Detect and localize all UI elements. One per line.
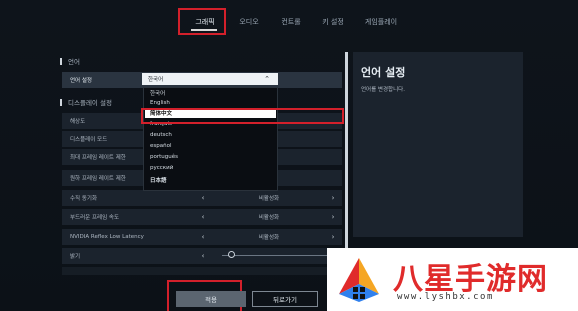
language-dropdown-list: 한국어 English 简体中文 français deutsch españo… — [143, 87, 278, 191]
tab-gameplay[interactable]: 게임플레이 — [358, 14, 404, 30]
section-marker — [60, 57, 62, 65]
apply-button[interactable]: 적용 — [176, 291, 246, 307]
section-marker — [60, 98, 62, 106]
arrow-left-icon[interactable]: ‹ — [198, 229, 208, 245]
dropdown-selected-value: 한국어 — [148, 77, 164, 83]
row-label: 최대 프레임 레이트 제한 — [70, 155, 126, 161]
dropdown-option-japanese[interactable]: 日本語 — [150, 175, 167, 185]
arrow-right-icon[interactable]: › — [328, 229, 338, 245]
row-label: 해상도 — [70, 119, 86, 125]
description-title: 언어 설정 — [361, 66, 406, 79]
section-label: 디스플레이 설정 — [68, 99, 112, 107]
description-text: 언어를 변경합니다. — [361, 87, 405, 93]
watermark-logo-icon — [339, 258, 379, 302]
brightness-slider-track[interactable] — [222, 255, 328, 256]
row-vsync[interactable]: 수직 동기화 ‹ 비활성화 › — [62, 190, 342, 206]
watermark: 八星手游网 www.lyshbx.com — [327, 248, 578, 311]
chevron-up-icon: ⌃ — [264, 75, 270, 83]
tab-audio[interactable]: 오디오 — [232, 14, 266, 30]
language-dropdown[interactable]: 한국어 ⌃ — [142, 73, 278, 85]
arrow-left-icon[interactable]: ‹ — [198, 209, 208, 225]
arrow-right-icon[interactable]: › — [328, 190, 338, 206]
row-value: 비활성화 — [258, 235, 280, 241]
description-panel: 언어 설정 언어를 변경합니다. — [353, 52, 523, 237]
arrow-left-icon[interactable]: ‹ — [198, 248, 208, 264]
section-header-language: 언어 — [60, 55, 80, 67]
tab-controls[interactable]: 컨트롤 — [274, 14, 308, 30]
arrow-right-icon[interactable]: › — [328, 209, 338, 225]
top-tab-bar: 그래픽 오디오 컨트롤 키 설정 게임플레이 — [0, 0, 578, 40]
row-label: 수직 동기화 — [70, 196, 98, 202]
arrow-left-icon[interactable]: ‹ — [198, 190, 208, 206]
dropdown-option-russian[interactable]: русский — [150, 163, 173, 173]
dropdown-option-spanish[interactable]: español — [150, 141, 172, 151]
section-header-display: 디스플레이 설정 — [60, 96, 112, 108]
dropdown-option-english[interactable]: English — [150, 98, 170, 108]
row-partial — [62, 267, 342, 275]
tab-keybindings[interactable]: 키 설정 — [316, 14, 350, 30]
row-label: NVIDIA Reflex Low Latency — [70, 234, 144, 240]
annotation-box-tab — [178, 8, 226, 35]
dropdown-option-portuguese[interactable]: português — [150, 152, 178, 162]
row-value: 비활성화 — [258, 196, 280, 202]
back-button[interactable]: 뒤로가기 — [252, 291, 318, 307]
row-nvidia-reflex[interactable]: NVIDIA Reflex Low Latency ‹ 비활성화 › — [62, 229, 342, 245]
row-label: 디스플레이 모드 — [70, 137, 108, 143]
section-label: 언어 — [68, 58, 80, 66]
dropdown-option-german[interactable]: deutsch — [150, 130, 172, 140]
brightness-slider-knob[interactable] — [228, 251, 235, 258]
row-label: 언어 설정 — [70, 78, 92, 84]
row-label: 부드러운 프레임 속도 — [70, 215, 120, 221]
scrollbar-thumb[interactable] — [345, 52, 348, 262]
row-brightness[interactable]: 밝기 ‹ › — [62, 248, 342, 264]
annotation-box-option — [141, 108, 344, 124]
row-smooth-framerate[interactable]: 부드러운 프레임 속도 ‹ 비활성화 › — [62, 209, 342, 225]
row-label: 밝기 — [70, 254, 81, 260]
settings-screen: 그래픽 오디오 컨트롤 키 설정 게임플레이 언어 언어 설정 디스플레이 설정… — [0, 0, 578, 311]
row-value: 비활성화 — [258, 215, 280, 221]
watermark-url: www.lyshbx.com — [397, 292, 494, 302]
dropdown-option-korean[interactable]: 한국어 — [150, 88, 165, 98]
row-label: 원하 프레임 레이트 제한 — [70, 176, 126, 182]
